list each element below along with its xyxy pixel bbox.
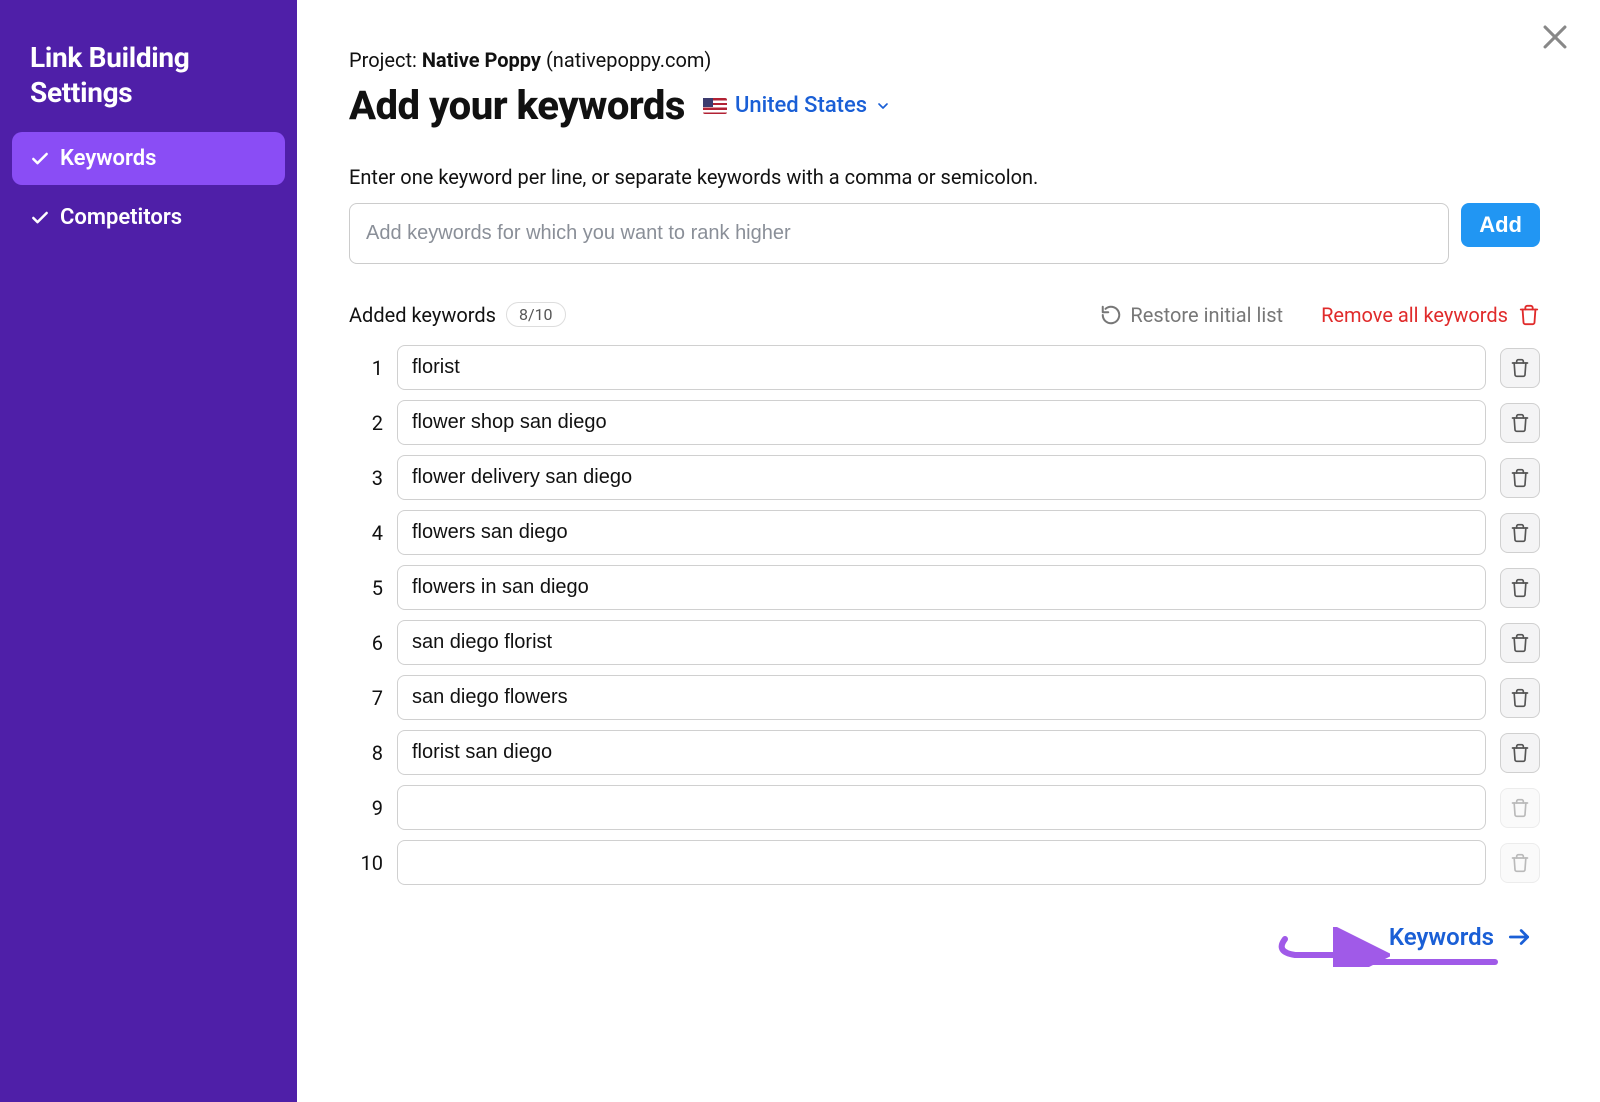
trash-icon (1510, 523, 1530, 543)
keyword-field[interactable] (397, 785, 1486, 830)
trash-icon (1510, 853, 1530, 873)
keyword-field[interactable] (397, 730, 1486, 775)
arrow-right-icon (1506, 924, 1532, 950)
keyword-field[interactable] (397, 620, 1486, 665)
trash-icon (1510, 358, 1530, 378)
trash-icon (1510, 578, 1530, 598)
keyword-number: 2 (349, 411, 383, 435)
project-domain: (nativepoppy.com) (541, 48, 711, 72)
delete-keyword-button[interactable] (1500, 623, 1540, 663)
delete-keyword-button[interactable] (1500, 568, 1540, 608)
sidebar-item-keywords[interactable]: Keywords (12, 132, 285, 185)
restore-label: Restore initial list (1130, 303, 1283, 327)
keyword-field[interactable] (397, 510, 1486, 555)
delete-keyword-button[interactable] (1500, 458, 1540, 498)
instruction-text: Enter one keyword per line, or separate … (349, 165, 1540, 189)
keyword-field[interactable] (397, 345, 1486, 390)
page-title: Add your keywords (349, 82, 685, 129)
trash-icon (1510, 688, 1530, 708)
keyword-field[interactable] (397, 675, 1486, 720)
add-keyword-row: Add (349, 203, 1540, 264)
delete-keyword-button[interactable] (1500, 733, 1540, 773)
keyword-row: 5 (349, 565, 1540, 610)
chevron-down-icon (875, 98, 891, 114)
check-icon (30, 208, 50, 228)
close-icon (1538, 20, 1572, 54)
restore-icon (1100, 304, 1122, 326)
add-button[interactable]: Add (1461, 203, 1540, 247)
keyword-row: 6 (349, 620, 1540, 665)
sidebar: Link Building Settings Keywords Competit… (0, 0, 297, 1102)
keyword-number: 10 (349, 851, 383, 875)
sidebar-item-label: Keywords (60, 146, 156, 171)
keyword-row: 9 (349, 785, 1540, 830)
keyword-field[interactable] (397, 400, 1486, 445)
keyword-field[interactable] (397, 840, 1486, 885)
trash-icon (1510, 743, 1530, 763)
annotation-underline (1368, 959, 1498, 965)
keyword-field[interactable] (397, 455, 1486, 500)
sidebar-item-competitors[interactable]: Competitors (12, 191, 285, 244)
trash-icon (1510, 413, 1530, 433)
country-picker[interactable]: United States (703, 93, 891, 118)
keyword-number: 6 (349, 631, 383, 655)
next-label: Keywords (1389, 923, 1494, 951)
annotation-arrow-icon (1270, 927, 1390, 967)
trash-icon (1510, 633, 1530, 653)
sidebar-title: Link Building Settings (12, 40, 285, 132)
project-name: Native Poppy (422, 48, 541, 72)
keyword-row: 3 (349, 455, 1540, 500)
delete-keyword-button[interactable] (1500, 513, 1540, 553)
keyword-number: 4 (349, 521, 383, 545)
keyword-number: 5 (349, 576, 383, 600)
keyword-row: 8 (349, 730, 1540, 775)
keyword-field[interactable] (397, 565, 1486, 610)
trash-icon (1518, 304, 1540, 326)
next-row: Keywords (349, 923, 1540, 951)
keyword-number: 8 (349, 741, 383, 765)
added-keywords-label: Added keywords (349, 303, 496, 327)
remove-all-label: Remove all keywords (1321, 303, 1508, 327)
keyword-number: 1 (349, 356, 383, 380)
restore-initial-list[interactable]: Restore initial list (1100, 303, 1283, 327)
project-prefix: Project: (349, 48, 422, 72)
delete-keyword-button[interactable] (1500, 678, 1540, 718)
keyword-row: 10 (349, 840, 1540, 885)
us-flag-icon (703, 98, 727, 114)
keyword-input[interactable] (349, 203, 1449, 264)
trash-icon (1510, 798, 1530, 818)
delete-keyword-button (1500, 843, 1540, 883)
country-label: United States (735, 93, 867, 118)
keyword-row: 7 (349, 675, 1540, 720)
trash-icon (1510, 468, 1530, 488)
keyword-number: 9 (349, 796, 383, 820)
keywords-count-pill: 8/10 (506, 302, 566, 327)
check-icon (30, 149, 50, 169)
title-row: Add your keywords United States (349, 82, 1540, 129)
project-line: Project: Native Poppy (nativepoppy.com) (349, 48, 1540, 72)
added-keywords-header: Added keywords 8/10 Restore initial list… (349, 302, 1540, 327)
sidebar-item-label: Competitors (60, 205, 182, 230)
next-keywords-link[interactable]: Keywords (1389, 923, 1532, 951)
keyword-row: 2 (349, 400, 1540, 445)
close-button[interactable] (1538, 20, 1572, 58)
delete-keyword-button[interactable] (1500, 403, 1540, 443)
remove-all-keywords[interactable]: Remove all keywords (1321, 303, 1540, 327)
keyword-row: 4 (349, 510, 1540, 555)
keyword-number: 7 (349, 686, 383, 710)
delete-keyword-button[interactable] (1500, 348, 1540, 388)
keyword-number: 3 (349, 466, 383, 490)
delete-keyword-button (1500, 788, 1540, 828)
main-content: Project: Native Poppy (nativepoppy.com) … (297, 0, 1600, 1102)
keyword-row: 1 (349, 345, 1540, 390)
